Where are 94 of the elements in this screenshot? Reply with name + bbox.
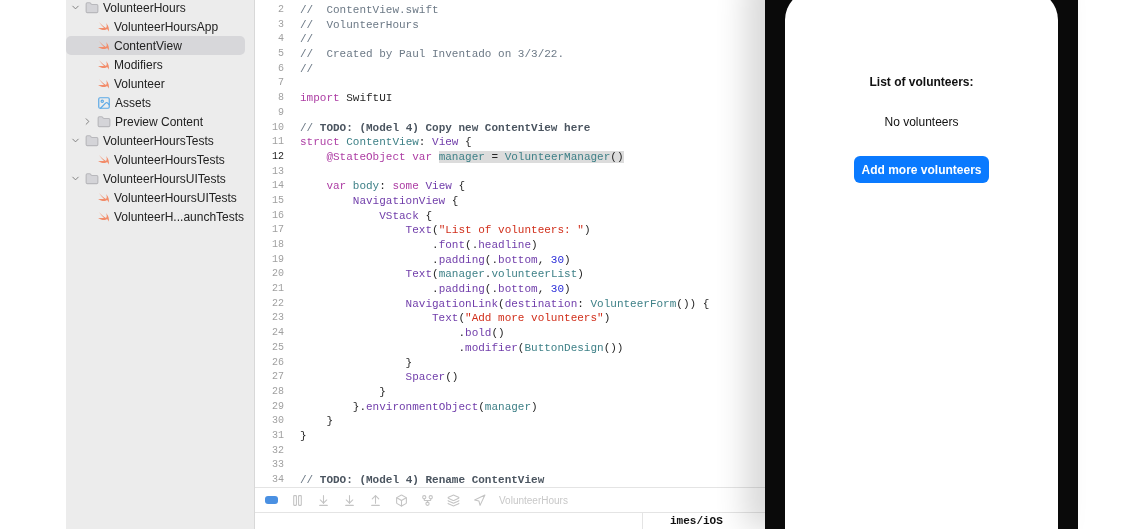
code-line: Spacer(): [404, 370, 459, 385]
line-number: 33: [271, 458, 285, 473]
console-output: imes/iOS: [669, 514, 723, 529]
swift-file-icon: [97, 39, 110, 52]
code-line: // ContentView.swift: [300, 3, 439, 18]
line-number: 20: [271, 267, 285, 282]
line-number: 32: [271, 443, 285, 458]
line-number: 28: [271, 384, 285, 399]
navigator-item[interactable]: VolunteerHours: [66, 0, 245, 17]
code-line: import SwiftUI: [300, 91, 393, 106]
swift-file-icon: [97, 191, 110, 204]
line-number: 27: [271, 370, 285, 385]
code-line: }: [325, 414, 333, 429]
navigator-item[interactable]: Assets: [66, 93, 245, 112]
code-line: struct ContentView: View {: [300, 135, 472, 150]
code-line: var body: some View {: [325, 179, 466, 194]
line-number: 5: [277, 47, 285, 62]
line-number: 10: [271, 120, 285, 135]
line-number: 3: [277, 17, 285, 32]
line-number: 25: [271, 340, 285, 355]
line-number: 8: [277, 91, 285, 106]
line-number: 12: [271, 149, 285, 164]
code-line: .modifier(ButtonDesign()): [457, 340, 624, 356]
folder-icon: [97, 114, 111, 129]
line-number: 34: [271, 473, 285, 487]
line-number: 13: [271, 164, 285, 179]
line-number: 7: [277, 76, 285, 91]
navigator-item[interactable]: Preview Content: [66, 112, 245, 131]
line-number: 18: [271, 238, 285, 252]
code-line: Text(manager.volunteerList): [404, 267, 584, 283]
code-line: }.environmentObject(manager): [351, 399, 538, 415]
line-number: 15: [271, 193, 285, 208]
navigator-item[interactable]: VolunteerH...aunchTests: [66, 207, 245, 226]
line-number: 17: [271, 223, 285, 238]
navigator-item[interactable]: Modifiers: [66, 55, 245, 74]
code-line: }: [300, 428, 307, 444]
code-line: }: [378, 384, 386, 400]
code-line: Text("List of volunteers: "): [404, 223, 591, 238]
line-number: 21: [271, 282, 285, 297]
code-line: // TODO: (Model 4) Copy new ContentView here: [300, 120, 591, 136]
branch-icon[interactable]: [421, 493, 434, 507]
code-line: .bold(): [457, 326, 505, 341]
navigator-item[interactable]: VolunteerHoursUITests: [66, 169, 245, 188]
code-line: // Created by Paul Inventado on 3/3/22.: [300, 47, 565, 62]
screen-title: List of volunteers:: [869, 74, 974, 91]
swift-file-icon: [97, 77, 110, 90]
line-number: 31: [271, 428, 285, 443]
line-number: 6: [277, 61, 285, 76]
line-number: 2: [277, 3, 285, 17]
cube-icon[interactable]: [395, 493, 408, 507]
code-line: // VolunteerHours: [300, 17, 419, 33]
line-number: 29: [271, 399, 285, 414]
pause-icon[interactable]: [291, 493, 304, 507]
navigator-item[interactable]: Volunteer: [66, 74, 245, 93]
line-number: 4: [277, 32, 285, 47]
navigator-item[interactable]: VolunteerHoursApp: [66, 17, 245, 36]
folder-icon: [85, 171, 99, 186]
breakpoints-toggle[interactable]: [265, 496, 278, 504]
line-number: 22: [271, 296, 285, 311]
line-number: 26: [271, 355, 285, 370]
code-line: @StateObject var manager = VolunteerManager(): [325, 149, 624, 165]
code-line: VStack {: [378, 208, 433, 224]
code-line: //: [300, 32, 314, 48]
code-line: NavigationLink(destination: VolunteerForm()) {: [404, 296, 710, 312]
image-icon: [97, 95, 111, 110]
code-line: }: [404, 355, 413, 371]
line-number: 16: [271, 208, 285, 223]
navigator-item[interactable]: VolunteerHoursUITests: [66, 188, 245, 207]
swift-file-icon: [97, 58, 110, 71]
code-line: Text("Add more volunteers"): [431, 311, 611, 327]
code-line: // TODO: (Model 4) Rename ContentView: [300, 473, 545, 487]
line-number: 9: [277, 105, 285, 120]
swift-file-icon: [97, 210, 110, 223]
line-number: 19: [271, 252, 285, 267]
code-line: .padding(.bottom, 30): [431, 282, 571, 297]
navigator-item[interactable]: ContentView: [66, 36, 245, 55]
layers-icon[interactable]: [447, 493, 460, 507]
code-line: NavigationView {: [351, 193, 459, 209]
line-number: 23: [271, 311, 285, 326]
empty-message: No volunteers: [884, 114, 959, 131]
navigator-item[interactable]: VolunteerHoursTests: [66, 131, 245, 150]
line-number: 24: [271, 326, 285, 341]
swift-file-icon: [97, 20, 110, 33]
location-arrow-icon[interactable]: [473, 493, 486, 507]
folder-icon: [85, 133, 99, 148]
line-number: 11: [271, 135, 285, 150]
code-line: .font(.headline): [431, 238, 538, 253]
code-line: .padding(.bottom, 30): [431, 252, 571, 268]
line-number: 30: [271, 414, 285, 429]
line-number: 14: [271, 179, 285, 194]
navigator-item[interactable]: VolunteerHoursTests: [66, 150, 245, 169]
add-volunteers-button[interactable]: Add more volunteers: [854, 156, 989, 183]
swift-file-icon: [97, 153, 110, 166]
code-line: //: [300, 61, 314, 77]
